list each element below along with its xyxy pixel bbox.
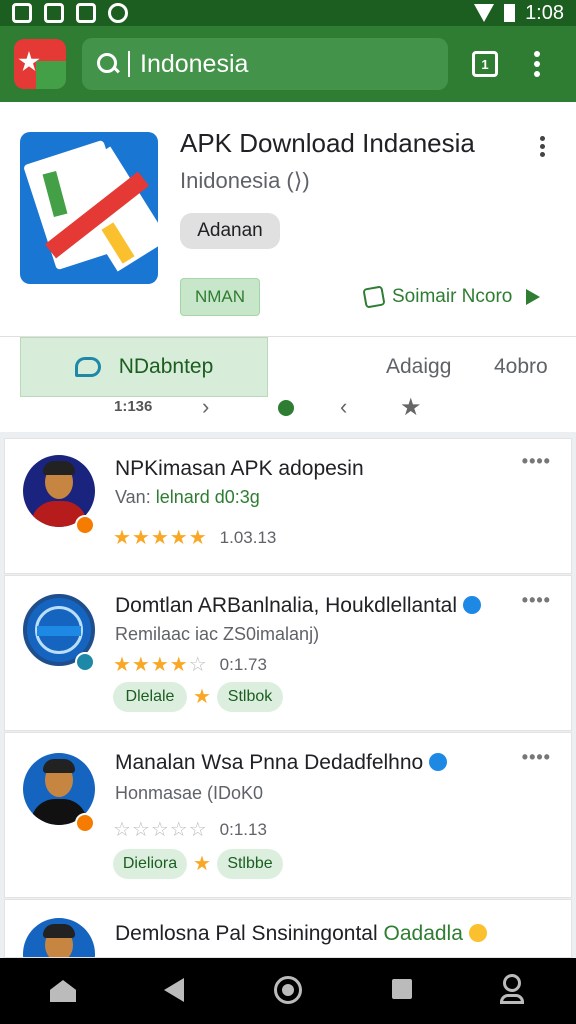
- user-icon[interactable]: [500, 974, 524, 1006]
- list-item-title: Manalan Wsa Pnna Dedadfelhno: [115, 751, 448, 775]
- tab-third[interactable]: 4obro: [494, 355, 548, 379]
- pager: 1:136 › ‹ ★: [0, 393, 576, 422]
- tab-second[interactable]: Adaigg: [386, 355, 451, 379]
- play-icon: [526, 289, 541, 305]
- install-button[interactable]: NMAN: [180, 278, 260, 316]
- text-cursor: [128, 51, 130, 77]
- verified-icon: [468, 924, 487, 942]
- page-indicator-dot: [278, 400, 294, 416]
- list-item-title-text: Demlosna Pal Snsiningontal: [115, 922, 378, 945]
- list-item[interactable]: Manalan Wsa Pnna Dedadfelhno Honmasae (I…: [4, 732, 572, 898]
- wifi-icon: [474, 4, 495, 22]
- notification-icons: [12, 3, 128, 23]
- rating-value: 0:1.13: [219, 819, 267, 839]
- summary-icon: [362, 285, 386, 309]
- list-item[interactable]: NPKimasan APK adopesin Van: lelnard d0:3…: [4, 438, 572, 574]
- list-item[interactable]: Domtlan ARBanlnalia, Houkdlellantal Remi…: [4, 575, 572, 731]
- star-rating-icon: ☆☆☆☆☆: [113, 819, 208, 841]
- list-item-subtitle: Remilaac iac ZS0imalanj): [115, 624, 320, 644]
- verified-icon: [463, 596, 482, 614]
- app-logo[interactable]: [14, 39, 66, 89]
- list-item-subtitle: Van: lelnard d0:3g: [115, 487, 260, 508]
- chat-icon: [74, 357, 101, 377]
- chevron-left-icon[interactable]: ‹: [340, 394, 347, 420]
- more-options-icon[interactable]: ••••: [522, 590, 551, 611]
- search-input[interactable]: [140, 49, 420, 79]
- app-title: APK Download Indanesia: [180, 128, 475, 158]
- notification-icon: [76, 3, 96, 23]
- tag-pill[interactable]: Stlbbe: [217, 849, 283, 879]
- notification-icon: [12, 3, 32, 23]
- list-item-title: NPKimasan APK adopesin: [115, 457, 364, 480]
- tab-active[interactable]: NDabntep: [20, 337, 268, 397]
- search-box[interactable]: [82, 38, 448, 90]
- list-item-title: Demlosna Pal Snsiningontal Oadadla: [115, 922, 487, 946]
- rating: ★★★★★ 1.03.13: [113, 525, 276, 550]
- verified-icon: [429, 753, 448, 771]
- list-item-title-highlight: Oadadla: [383, 922, 463, 945]
- summary-link-label: Soimair Ncoro: [392, 286, 513, 307]
- notification-icon: [108, 3, 128, 23]
- app-icon[interactable]: [20, 132, 158, 284]
- toolbar: 1: [0, 26, 576, 102]
- tag-pill[interactable]: Dlelale: [113, 682, 187, 712]
- more-options-icon[interactable]: ••••: [522, 747, 551, 768]
- more-options-icon[interactable]: ••••: [522, 451, 551, 472]
- list-item-title: Domtlan ARBanlnalia, Houkdlellantal: [115, 594, 482, 618]
- badge-icon: [75, 813, 95, 833]
- recent-apps-icon[interactable]: [392, 979, 412, 999]
- badge-icon: [75, 515, 95, 535]
- app-overflow-icon[interactable]: [540, 136, 546, 157]
- rating: ★★★★☆ 0:1.73: [113, 652, 267, 677]
- system-icons: 1:08: [474, 2, 564, 25]
- battery-icon: [504, 4, 516, 22]
- status-time: 1:08: [525, 1, 564, 24]
- home-icon[interactable]: [50, 980, 76, 1002]
- overflow-icon[interactable]: [534, 51, 540, 77]
- list-item-title-text: Domtlan ARBanlnalia, Houkdlellantal: [115, 594, 458, 617]
- rating-value: 1.03.13: [219, 527, 277, 547]
- sparkle-icon: ★: [193, 686, 211, 708]
- tab-bar: NDabntep Adaigg 4obro: [0, 336, 576, 398]
- navigation-bar: [0, 958, 576, 1024]
- rating: ☆☆☆☆☆ 0:1.13: [113, 817, 267, 842]
- sparkle-icon: ★: [193, 853, 211, 875]
- back-icon[interactable]: [164, 978, 184, 1002]
- star-rating-icon: ★★★★★: [113, 527, 208, 549]
- list-item-title-text: Manalan Wsa Pnna Dedadfelhno: [115, 751, 424, 774]
- chevron-right-icon[interactable]: ›: [202, 394, 209, 420]
- list-item-subtitle: Honmasae (IDoK0: [115, 783, 264, 803]
- rating-value: 0:1.73: [219, 654, 267, 674]
- notification-icon: [44, 3, 64, 23]
- star-icon[interactable]: ★: [400, 393, 422, 422]
- status-bar: 1:08: [0, 0, 576, 26]
- tag-pill[interactable]: Stlbok: [217, 682, 283, 712]
- tab-active-label: NDabntep: [118, 355, 214, 378]
- avatar: [23, 918, 95, 957]
- home-button-icon[interactable]: [274, 976, 302, 1004]
- subtitle-highlight: lelnard d0:3g: [155, 487, 260, 507]
- tabs-icon[interactable]: 1: [472, 51, 498, 77]
- badge-icon: [75, 652, 95, 672]
- app-subtitle: Inidonesia (⟩): [180, 168, 310, 193]
- tab-count: 1: [481, 56, 489, 72]
- app-card: APK Download Indanesia Inidonesia (⟩) Ad…: [0, 102, 576, 432]
- search-icon: [96, 52, 120, 76]
- list-item[interactable]: Demlosna Pal Snsiningontal Oadadla: [4, 899, 572, 958]
- subtitle-prefix: Van:: [115, 487, 156, 507]
- category-chip[interactable]: Adanan: [180, 213, 280, 249]
- star-rating-icon: ★★★★☆: [113, 654, 208, 676]
- tag-pill[interactable]: Dieliora: [113, 849, 187, 879]
- pager-number: 1:136: [114, 398, 153, 415]
- summary-link[interactable]: Soimair Ncoro: [362, 285, 541, 309]
